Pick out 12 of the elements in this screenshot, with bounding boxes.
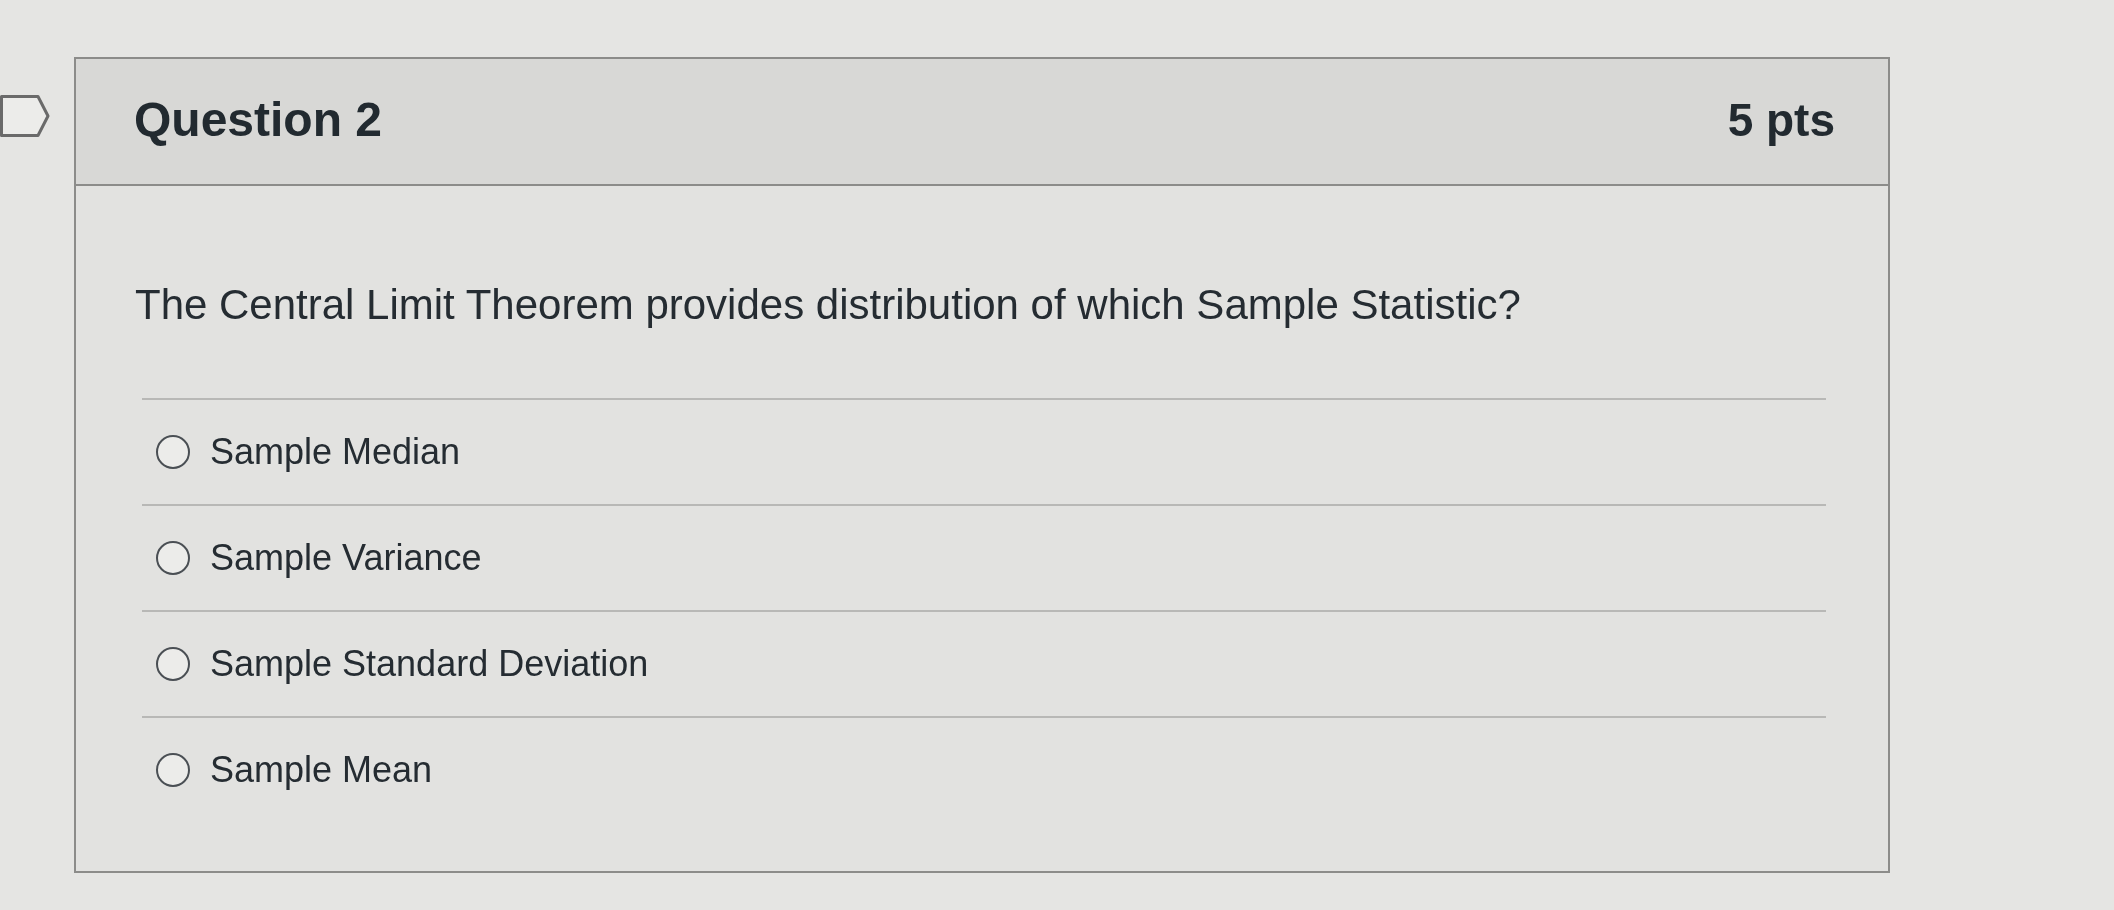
pointer-tag-icon[interactable] <box>0 94 50 138</box>
radio-button[interactable] <box>156 753 190 787</box>
answer-label[interactable]: Sample Standard Deviation <box>210 643 649 685</box>
answer-label[interactable]: Sample Mean <box>210 749 433 791</box>
radio-button[interactable] <box>156 435 190 469</box>
radio-button[interactable] <box>156 541 190 575</box>
points-label: 5 pts <box>1727 92 1835 147</box>
answer-label[interactable]: Sample Variance <box>210 537 482 579</box>
question-text: The Central Limit Theorem provides distribution of which Sample Statistic? <box>135 280 1521 330</box>
question-title: Question 2 <box>134 92 383 147</box>
answer-label[interactable]: Sample Median <box>210 431 461 473</box>
radio-button[interactable] <box>156 647 190 681</box>
